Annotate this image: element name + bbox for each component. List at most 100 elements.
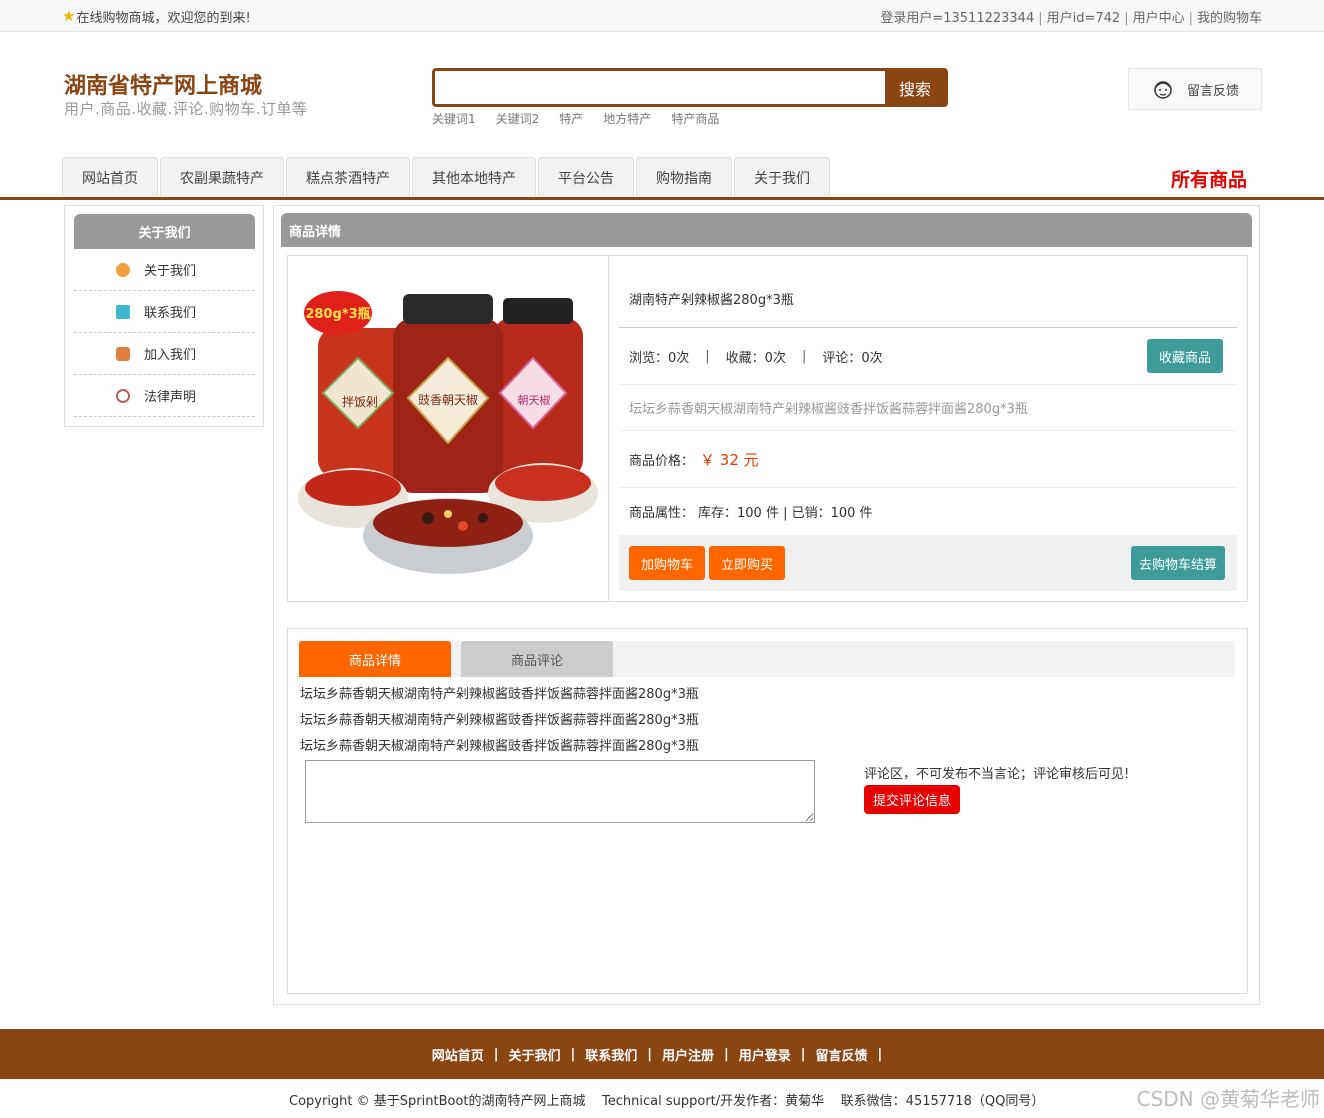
footer-link-about[interactable]: 关于我们 [508, 1045, 560, 1064]
search-button[interactable]: 搜索 [885, 71, 945, 104]
service-face-icon [1154, 81, 1172, 99]
footer-link-login[interactable]: 用户登录 [739, 1045, 791, 1064]
separator: | [877, 1046, 883, 1062]
feedback-button[interactable]: 留言反馈 [1128, 68, 1262, 110]
product-description-row: 坛坛乡蒜香朝天椒湖南特产剁辣椒酱豉香拌饭酱蒜蓉拌面酱280g*3瓶 [619, 385, 1237, 431]
site-title[interactable]: 湖南省特产网上商城 [64, 68, 262, 100]
sidebar-item-label: 法律声明 [144, 390, 197, 405]
add-to-cart-button[interactable]: 加购物车 [629, 546, 705, 580]
product-description: 坛坛乡蒜香朝天椒湖南特产剁辣椒酱豉香拌饭酱蒜蓉拌面酱280g*3瓶 [629, 402, 1028, 417]
product-attributes-row: 商品属性： 库存：100 件 | 已销：100 件 [619, 488, 1237, 535]
hotword-link[interactable]: 特产 [559, 110, 583, 127]
tab-product-detail[interactable]: 商品详情 [299, 641, 451, 677]
attributes-label: 商品属性： [629, 506, 695, 521]
submit-comment-button[interactable]: 提交评论信息 [864, 785, 960, 814]
main-title: 商品详情 [281, 213, 1252, 247]
nav-tab-farm[interactable]: 农副果蔬特产 [160, 157, 284, 197]
detail-line: 坛坛乡蒜香朝天椒湖南特产剁辣椒酱豉香拌饭酱蒜蓉拌面酱280g*3瓶 [300, 687, 699, 702]
main-nav: 网站首页 农副果蔬特产 糕点茶酒特产 其他本地特产 平台公告 购物指南 关于我们 [62, 157, 832, 197]
comment-notice: 评论区，不可发布不当言论；评论审核后可见! [864, 767, 1130, 782]
about-icon [116, 262, 130, 277]
sidebar-item-about[interactable]: 关于我们 [74, 249, 255, 291]
search-box: 搜索 [432, 68, 948, 107]
user-center-link[interactable]: 用户中心 [1133, 11, 1185, 26]
tab-bar: 商品详情 商品评论 [299, 641, 1235, 677]
lock-icon [116, 346, 130, 361]
tab-product-comments[interactable]: 商品评论 [461, 641, 613, 677]
image-badge: 280g*3瓶 [305, 306, 370, 322]
nav-divider [0, 197, 1324, 200]
footer-link-contact[interactable]: 联系我们 [585, 1045, 637, 1064]
hot-keywords: 关键词1 关键词2 特产 地方特产 特产商品 [432, 110, 719, 127]
main-content: 商品详情 豉香朝天椒 拌饭剁 朝天椒 280g*3瓶 湖南特产剁辣椒酱280g*… [273, 205, 1260, 1005]
separator: | [1038, 11, 1043, 26]
views-count: 浏览：0次 [629, 350, 690, 366]
sidebar-item-label: 联系我们 [144, 306, 197, 321]
search-input[interactable] [435, 71, 887, 104]
product-image: 豉香朝天椒 拌饭剁 朝天椒 280g*3瓶 [298, 288, 598, 576]
nav-tab-home[interactable]: 网站首页 [62, 157, 158, 197]
sidebar-item-legal[interactable]: 法律声明 [74, 375, 255, 417]
product-stats-row: 浏览：0次 | 收藏：0次 | 评论：0次 收藏商品 [619, 328, 1237, 385]
nav-tab-notice[interactable]: 平台公告 [538, 157, 634, 197]
separator: | [647, 1046, 652, 1062]
all-goods-link[interactable]: 所有商品 [1171, 165, 1247, 192]
welcome-message: ★ 在线购物商城，欢迎您的到来! [62, 7, 251, 27]
detail-content: 坛坛乡蒜香朝天椒湖南特产剁辣椒酱豉香拌饭酱蒜蓉拌面酱280g*3瓶 坛坛乡蒜香朝… [300, 682, 699, 760]
top-bar: ★ 在线购物商城，欢迎您的到来! 登录用户=13511223344 | 用户id=7… [0, 0, 1324, 32]
user-id-link[interactable]: 用户id=742 [1047, 11, 1121, 26]
attributes-value: 库存：100 件 | 已销：100 件 [698, 506, 873, 521]
site-subtitle: 用户.商品.收藏.评论.购物车.订单等 [64, 100, 308, 118]
contact-icon [116, 304, 130, 319]
separator: | [570, 1046, 576, 1062]
separator: | [493, 1046, 499, 1062]
hotword-link[interactable]: 特产商品 [671, 110, 719, 127]
footer-nav: 网站首页 | 关于我们 | 联系我们 | 用户注册 | 用户登录 | 留言反馈 | [0, 1029, 1324, 1079]
separator: | [801, 348, 807, 364]
sidebar-item-label: 关于我们 [144, 264, 197, 279]
product-name: 湖南特产剁辣椒酱280g*3瓶 [629, 293, 794, 308]
jar-label-center: 豉香朝天椒 [418, 393, 478, 407]
comments-count: 评论：0次 [822, 350, 883, 366]
buy-now-button[interactable]: 立即购买 [709, 546, 785, 580]
favorites-count: 收藏：0次 [725, 350, 786, 366]
nav-tab-local[interactable]: 其他本地特产 [412, 157, 536, 197]
sidebar-title: 关于我们 [74, 214, 255, 249]
product-price-row: 商品价格： ￥ 32 元 [619, 431, 1237, 488]
hotword-link[interactable]: 地方特产 [603, 110, 651, 127]
jar-label-right: 朝天椒 [518, 393, 551, 407]
footer-link-home[interactable]: 网站首页 [432, 1045, 484, 1064]
product-price: ￥ 32 元 [700, 450, 759, 469]
copyright-text: Copyright © 基于SprintBoot的湖南特产网上商城 Techni… [289, 1094, 1045, 1109]
login-user-link[interactable]: 登录用户=13511223344 [880, 11, 1034, 26]
nav-tab-about[interactable]: 关于我们 [734, 157, 830, 197]
hotword-link[interactable]: 关键词2 [496, 110, 540, 127]
user-links: 登录用户=13511223344 | 用户id=742 | 用户中心 | 我的购物车 [880, 7, 1262, 26]
product-actions-row: 加购物车 立即购买 去购物车结算 [619, 535, 1237, 591]
footer-link-register[interactable]: 用户注册 [662, 1045, 714, 1064]
separator: | [800, 1046, 806, 1062]
sidebar-item-join[interactable]: 加入我们 [74, 333, 255, 375]
separator: | [705, 348, 710, 364]
footer-link-feedback[interactable]: 留言反馈 [816, 1045, 868, 1064]
separator: | [1188, 11, 1193, 26]
detail-line: 坛坛乡蒜香朝天椒湖南特产剁辣椒酱豉香拌饭酱蒜蓉拌面酱280g*3瓶 [300, 713, 699, 728]
sidebar-item-label: 加入我们 [144, 348, 197, 363]
product-name-row: 湖南特产剁辣椒酱280g*3瓶 [619, 270, 1237, 328]
comment-textarea[interactable] [305, 760, 815, 823]
detail-divider [608, 256, 609, 601]
checkout-button[interactable]: 去购物车结算 [1131, 546, 1225, 580]
hotword-link[interactable]: 关键词1 [432, 110, 476, 127]
welcome-text: 在线购物商城，欢迎您的到来! [76, 11, 251, 26]
sidebar-item-contact[interactable]: 联系我们 [74, 291, 255, 333]
favorite-button[interactable]: 收藏商品 [1147, 339, 1223, 373]
nav-tab-pastry[interactable]: 糕点茶酒特产 [286, 157, 410, 197]
product-detail-box: 豉香朝天椒 拌饭剁 朝天椒 280g*3瓶 湖南特产剁辣椒酱280g*3瓶 浏览… [287, 255, 1248, 602]
star-icon: ★ [62, 7, 76, 25]
separator: | [724, 1046, 729, 1062]
nav-tab-guide[interactable]: 购物指南 [636, 157, 732, 197]
separator: | [1124, 11, 1129, 26]
feedback-label: 留言反馈 [1187, 83, 1240, 99]
watermark: CSDN @黄菊华老师 [1136, 1087, 1320, 1111]
my-cart-link[interactable]: 我的购物车 [1197, 11, 1262, 26]
